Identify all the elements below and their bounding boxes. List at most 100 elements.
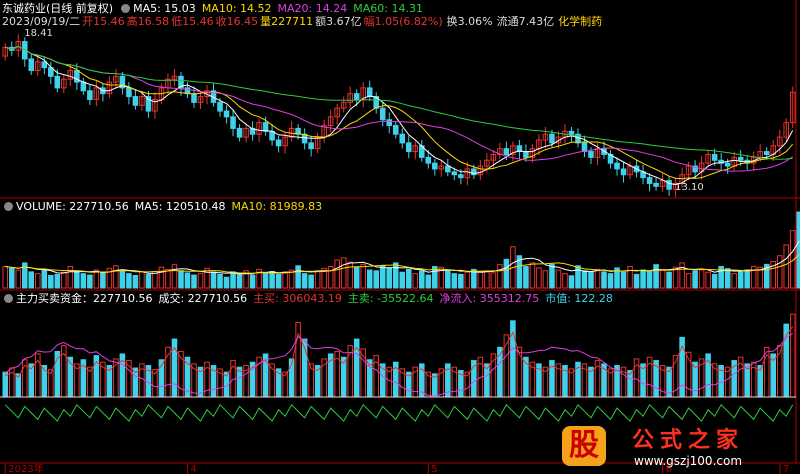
volume-bar[interactable]: [490, 272, 497, 289]
volume-bar[interactable]: [601, 271, 607, 289]
volume-bar[interactable]: [425, 274, 432, 289]
volume-bar[interactable]: [666, 271, 672, 289]
candle[interactable]: [503, 148, 510, 155]
volume-bar[interactable]: [692, 270, 698, 289]
candle[interactable]: [236, 127, 243, 138]
volume-bar[interactable]: [445, 269, 451, 289]
volume-bar[interactable]: [737, 271, 744, 289]
volume-bar[interactable]: [679, 262, 685, 289]
volume-bar[interactable]: [158, 266, 165, 289]
candle[interactable]: [620, 168, 627, 176]
volume-bar[interactable]: [731, 273, 737, 289]
volume-bar[interactable]: [360, 263, 366, 289]
volume-bar[interactable]: [542, 270, 549, 289]
volume-bar[interactable]: [399, 271, 406, 289]
volume-bar[interactable]: [152, 271, 158, 289]
candle[interactable]: [275, 139, 282, 147]
volume-bar[interactable]: [2, 265, 9, 289]
fund-bar[interactable]: [789, 313, 796, 398]
volume-bar[interactable]: [223, 276, 230, 289]
volume-bar[interactable]: [672, 266, 679, 289]
volume-bar[interactable]: [640, 269, 646, 289]
volume-bar[interactable]: [366, 269, 373, 289]
volume-bar[interactable]: [562, 273, 568, 289]
candle[interactable]: [126, 87, 132, 98]
volume-bar[interactable]: [581, 270, 588, 289]
candle[interactable]: [549, 133, 555, 144]
volume-bar[interactable]: [412, 273, 419, 289]
candle[interactable]: [711, 153, 718, 161]
volume-bar[interactable]: [484, 270, 490, 289]
volume-bar[interactable]: [126, 273, 132, 289]
candle[interactable]: [308, 142, 314, 150]
volume-bar[interactable]: [620, 271, 627, 289]
volume-bar[interactable]: [171, 264, 178, 289]
fund-bar[interactable]: [2, 371, 9, 398]
candle[interactable]: [646, 177, 653, 184]
volume-bar[interactable]: [353, 266, 360, 289]
volume-bar[interactable]: [340, 257, 347, 289]
volume-bar[interactable]: [347, 261, 353, 289]
price-panel[interactable]: [2, 34, 796, 198]
candle[interactable]: [425, 156, 432, 164]
volume-bar[interactable]: [80, 273, 87, 289]
volume-bar[interactable]: [405, 268, 412, 289]
volume-bar[interactable]: [262, 272, 269, 289]
volume-bar[interactable]: [379, 265, 386, 289]
volume-bar[interactable]: [74, 270, 80, 289]
volume-bar[interactable]: [497, 264, 503, 289]
volume-bar[interactable]: [705, 271, 711, 289]
candle[interactable]: [28, 58, 35, 72]
candle[interactable]: [405, 142, 412, 153]
volume-bar[interactable]: [536, 267, 542, 289]
volume-bar[interactable]: [627, 265, 633, 289]
candle[interactable]: [588, 151, 594, 158]
volume-bar[interactable]: [48, 274, 54, 289]
volume-bar[interactable]: [653, 264, 659, 289]
candle[interactable]: [724, 162, 731, 167]
volume-bar[interactable]: [783, 244, 790, 289]
volume-bar[interactable]: [458, 273, 464, 289]
volume-bar[interactable]: [197, 273, 204, 289]
volume-bar[interactable]: [54, 273, 61, 289]
volume-bar[interactable]: [308, 274, 314, 289]
volume-bar[interactable]: [711, 273, 718, 289]
volume-bar[interactable]: [41, 268, 48, 289]
volume-bar[interactable]: [549, 263, 555, 289]
volume-bar[interactable]: [145, 273, 152, 289]
volume-bar[interactable]: [451, 273, 458, 289]
volume-bar[interactable]: [67, 265, 74, 289]
volume-bar[interactable]: [119, 270, 126, 289]
candle[interactable]: [523, 151, 529, 158]
volume-bar[interactable]: [93, 269, 100, 289]
candle[interactable]: [432, 162, 438, 170]
volume-bar[interactable]: [178, 270, 184, 289]
volume-bar[interactable]: [419, 270, 425, 289]
volume-bar[interactable]: [685, 273, 692, 289]
volume-bar[interactable]: [236, 273, 243, 289]
candle[interactable]: [145, 96, 152, 112]
candle[interactable]: [191, 93, 197, 103]
candle[interactable]: [666, 180, 672, 190]
volume-bar[interactable]: [594, 268, 601, 289]
candle[interactable]: [366, 87, 373, 98]
volume-bar[interactable]: [503, 258, 510, 289]
candle[interactable]: [451, 171, 458, 176]
candle[interactable]: [230, 116, 236, 129]
volume-bar[interactable]: [633, 273, 640, 289]
stock-chart[interactable]: 2023年 4 5 6 7 18.41 13.10: [0, 0, 800, 474]
candle[interactable]: [458, 174, 464, 179]
volume-bar[interactable]: [464, 271, 471, 289]
candle[interactable]: [386, 119, 393, 127]
volume-bar[interactable]: [275, 273, 282, 289]
volume-bar[interactable]: [523, 265, 529, 289]
volume-bar[interactable]: [575, 265, 581, 289]
volume-bar[interactable]: [392, 262, 399, 289]
volume-bar[interactable]: [373, 270, 379, 289]
candle[interactable]: [223, 110, 230, 118]
volume-bar[interactable]: [282, 271, 288, 289]
fund-panel[interactable]: [0, 313, 796, 422]
volume-bar[interactable]: [61, 271, 67, 289]
volume-bar[interactable]: [646, 271, 653, 289]
volume-panel[interactable]: [2, 211, 800, 289]
